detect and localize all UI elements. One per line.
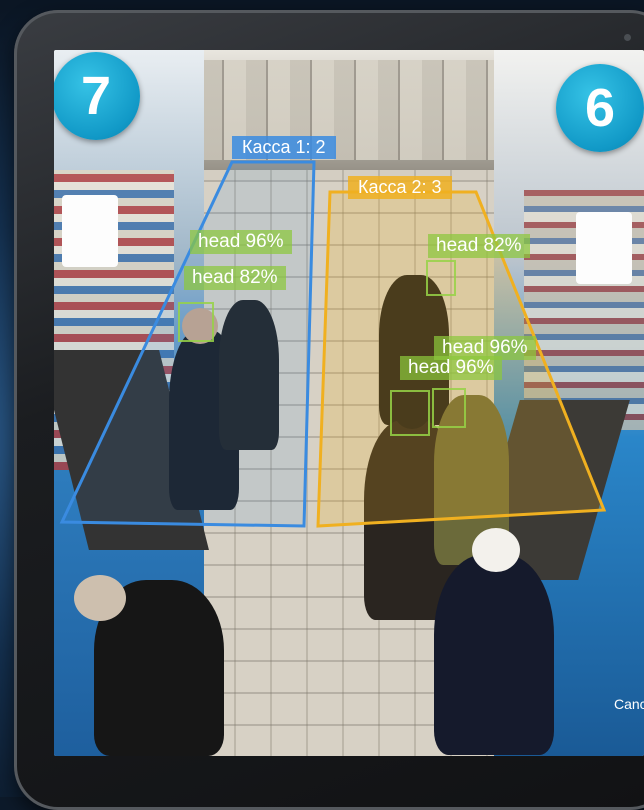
detection-label-1: head 96%: [190, 230, 292, 254]
camera-view: Касса 1: 2 Касса 2: 3 head 96% head 82% …: [54, 50, 644, 756]
corner-text: Canc: [614, 696, 644, 712]
detection-label-2: head 82%: [184, 266, 286, 290]
zone-label-kassa-2: Касса 2: 3: [348, 176, 452, 199]
camera-badge-7[interactable]: 7: [54, 52, 140, 140]
head-box-3: [390, 390, 430, 436]
head-box-4: [432, 388, 466, 428]
detection-label-5: head 96%: [400, 356, 502, 380]
zone-label-kassa-1: Касса 1: 2: [232, 136, 336, 159]
camera-dot: [624, 34, 631, 41]
head-box-2: [426, 260, 456, 296]
zone-kassa-1-outline: [59, 160, 316, 528]
camera-badge-6[interactable]: 6: [556, 64, 644, 152]
zone-overlay: [59, 160, 607, 528]
detection-label-3: head 82%: [428, 234, 530, 258]
head-box-1: [178, 302, 214, 342]
